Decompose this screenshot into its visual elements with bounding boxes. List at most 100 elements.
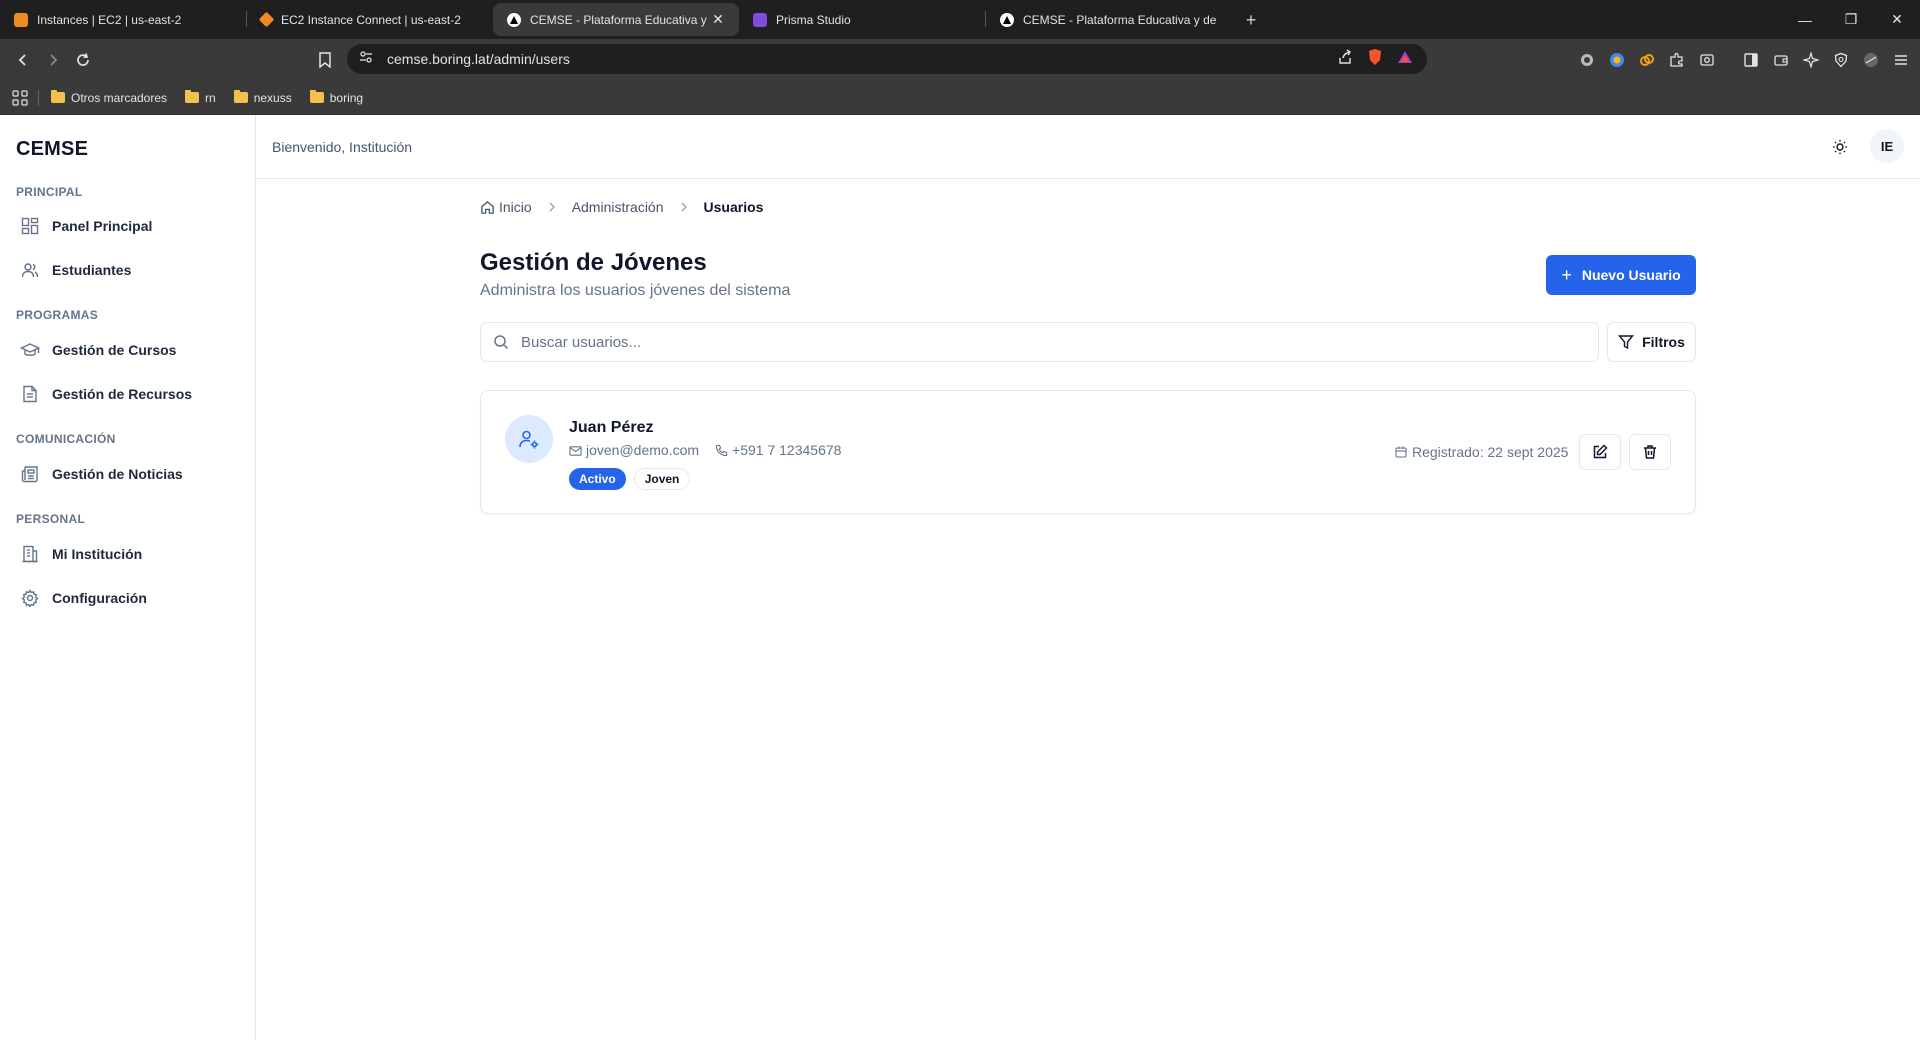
address-bar[interactable]: cemse.boring.lat/admin/users	[347, 44, 1427, 74]
forward-icon[interactable]	[38, 45, 68, 75]
edit-user-button[interactable]	[1579, 434, 1621, 470]
brave-rewards-icon[interactable]	[1397, 49, 1413, 70]
sidebar-item-label: Panel Principal	[52, 218, 153, 234]
brave-shield-icon[interactable]	[1367, 48, 1383, 71]
folder-icon	[309, 90, 324, 103]
app-header: Bienvenido, Institución IE	[256, 115, 1920, 179]
new-user-button[interactable]: + Nuevo Usuario	[1546, 255, 1696, 295]
sidebar-item-panel-principal[interactable]: Panel Principal	[8, 207, 248, 245]
tab-title: CEMSE - Plataforma Educativa y	[530, 12, 707, 27]
user-phone: +591 7 12345678	[732, 442, 842, 458]
graduation-cap-icon	[20, 340, 40, 360]
folder-icon	[233, 90, 248, 103]
user-badges: Activo Joven	[569, 468, 691, 490]
browser-tab[interactable]: Prisma Studio	[739, 3, 985, 36]
dashboard-icon	[20, 216, 40, 236]
breadcrumb-label: Usuarios	[703, 199, 764, 215]
section-label: PROGRAMAS	[16, 308, 99, 322]
bookmark-label: Otros marcadores	[71, 90, 168, 105]
sidebar-item-mi-institucion[interactable]: Mi Institución	[8, 535, 248, 573]
triangle-favicon-icon	[507, 12, 521, 27]
sidebar: CEMSE PRINCIPAL Panel Principal Estudian…	[0, 115, 256, 1040]
home-icon	[480, 200, 495, 215]
chevron-right-icon	[678, 201, 690, 213]
bookmark-label: rn	[205, 90, 216, 105]
sidebar-item-label: Gestión de Cursos	[52, 342, 177, 358]
close-tab-icon[interactable]: ✕	[709, 11, 727, 29]
breadcrumb-current: Usuarios	[704, 199, 764, 215]
registered-date: Registrado: 22 sept 2025	[1395, 444, 1568, 460]
filter-icon	[1618, 334, 1635, 350]
sidebar-toggle-icon[interactable]	[1742, 51, 1760, 69]
search-field[interactable]	[480, 322, 1599, 362]
extension-icon[interactable]	[1578, 51, 1596, 69]
sidebar-item-gestion-noticias[interactable]: Gestión de Noticias	[8, 455, 248, 493]
share-icon[interactable]	[1337, 48, 1353, 70]
sidebar-item-gestion-cursos[interactable]: Gestión de Cursos	[8, 331, 248, 369]
bookmark-folder[interactable]: rn	[185, 90, 216, 105]
sidebar-item-label: Estudiantes	[52, 262, 132, 278]
close-window-icon[interactable]: ✕	[1874, 0, 1920, 39]
vpn-shield-icon[interactable]	[1832, 51, 1850, 69]
status-badge: Activo	[569, 468, 626, 490]
theme-toggle-button[interactable]	[1822, 129, 1858, 165]
registered-label: Registrado: 22 sept 2025	[1412, 444, 1569, 460]
triangle-favicon-icon	[1000, 12, 1014, 27]
bookmark-folder[interactable]: nexuss	[233, 90, 292, 105]
menu-icon[interactable]	[1892, 51, 1910, 69]
section-label: PERSONAL	[16, 512, 86, 526]
bookmark-icon[interactable]	[310, 45, 340, 75]
filters-label: Filtros	[1642, 334, 1685, 350]
user-avatar[interactable]: IE	[1870, 129, 1904, 163]
sidebar-item-label: Configuración	[52, 590, 147, 606]
prisma-favicon-icon	[753, 12, 767, 27]
building-icon	[20, 544, 40, 564]
search-input[interactable]	[521, 333, 1521, 351]
restore-icon[interactable]: ❐	[1828, 0, 1874, 39]
plus-icon: +	[1561, 264, 1572, 285]
bookmark-folder[interactable]: Otros marcadores	[51, 90, 168, 105]
breadcrumb: Inicio Administración Usuarios	[480, 199, 763, 215]
sidebar-item-label: Mi Institución	[52, 546, 143, 562]
browser-tab[interactable]: CEMSE - Plataforma Educativa y de E	[986, 3, 1232, 36]
extension-color-icon[interactable]	[1608, 51, 1626, 69]
extensions-puzzle-icon[interactable]	[1668, 51, 1686, 69]
profile-icon[interactable]	[1862, 51, 1880, 69]
minimize-icon[interactable]: —	[1782, 0, 1828, 39]
tab-title: CEMSE - Plataforma Educativa y de E	[1023, 12, 1220, 27]
sidebar-item-configuracion[interactable]: Configuración	[8, 579, 248, 617]
edit-icon	[1592, 444, 1608, 460]
breadcrumb-label: Administración	[571, 199, 664, 215]
sun-icon	[1832, 139, 1848, 155]
sidebar-item-gestion-recursos[interactable]: Gestión de Recursos	[8, 375, 248, 413]
browser-tab-active[interactable]: CEMSE - Plataforma Educativa y ✕	[493, 3, 739, 36]
bookmark-folder[interactable]: boring	[309, 90, 364, 105]
breadcrumb-label: Inicio	[499, 199, 532, 215]
back-icon[interactable]	[8, 45, 38, 75]
aws-favicon-icon	[258, 11, 275, 28]
wallet-icon[interactable]	[1772, 51, 1790, 69]
window-controls: — ❐ ✕	[1782, 0, 1920, 39]
document-icon	[20, 384, 40, 404]
reload-icon[interactable]	[68, 45, 98, 75]
filters-button[interactable]: Filtros	[1607, 322, 1696, 362]
bookmark-label: boring	[329, 90, 364, 105]
browser-tab[interactable]: EC2 Instance Connect | us-east-2	[247, 3, 493, 36]
user-name: Juan Pérez	[569, 419, 654, 436]
browser-tab[interactable]: Instances | EC2 | us-east-2	[0, 3, 246, 36]
user-settings-icon	[505, 415, 553, 463]
breadcrumb-home[interactable]: Inicio	[480, 199, 532, 215]
new-tab-icon[interactable]: +	[1238, 7, 1264, 33]
extension-orange-icon[interactable]	[1638, 51, 1656, 69]
browser-toolbar: cemse.boring.lat/admin/users	[0, 39, 1920, 81]
user-contact: joven@demo.com +591 7 12345678	[569, 442, 841, 458]
site-settings-icon[interactable]	[359, 50, 373, 69]
leo-ai-icon[interactable]	[1802, 51, 1820, 69]
screenshot-icon[interactable]	[1698, 51, 1716, 69]
apps-grid-icon[interactable]	[12, 89, 28, 106]
sidebar-item-estudiantes[interactable]: Estudiantes	[8, 251, 248, 289]
aws-favicon-icon	[14, 12, 28, 27]
delete-user-button[interactable]	[1629, 434, 1671, 470]
brand-logo[interactable]: CEMSE	[16, 138, 88, 161]
breadcrumb-admin[interactable]: Administración	[572, 199, 664, 215]
